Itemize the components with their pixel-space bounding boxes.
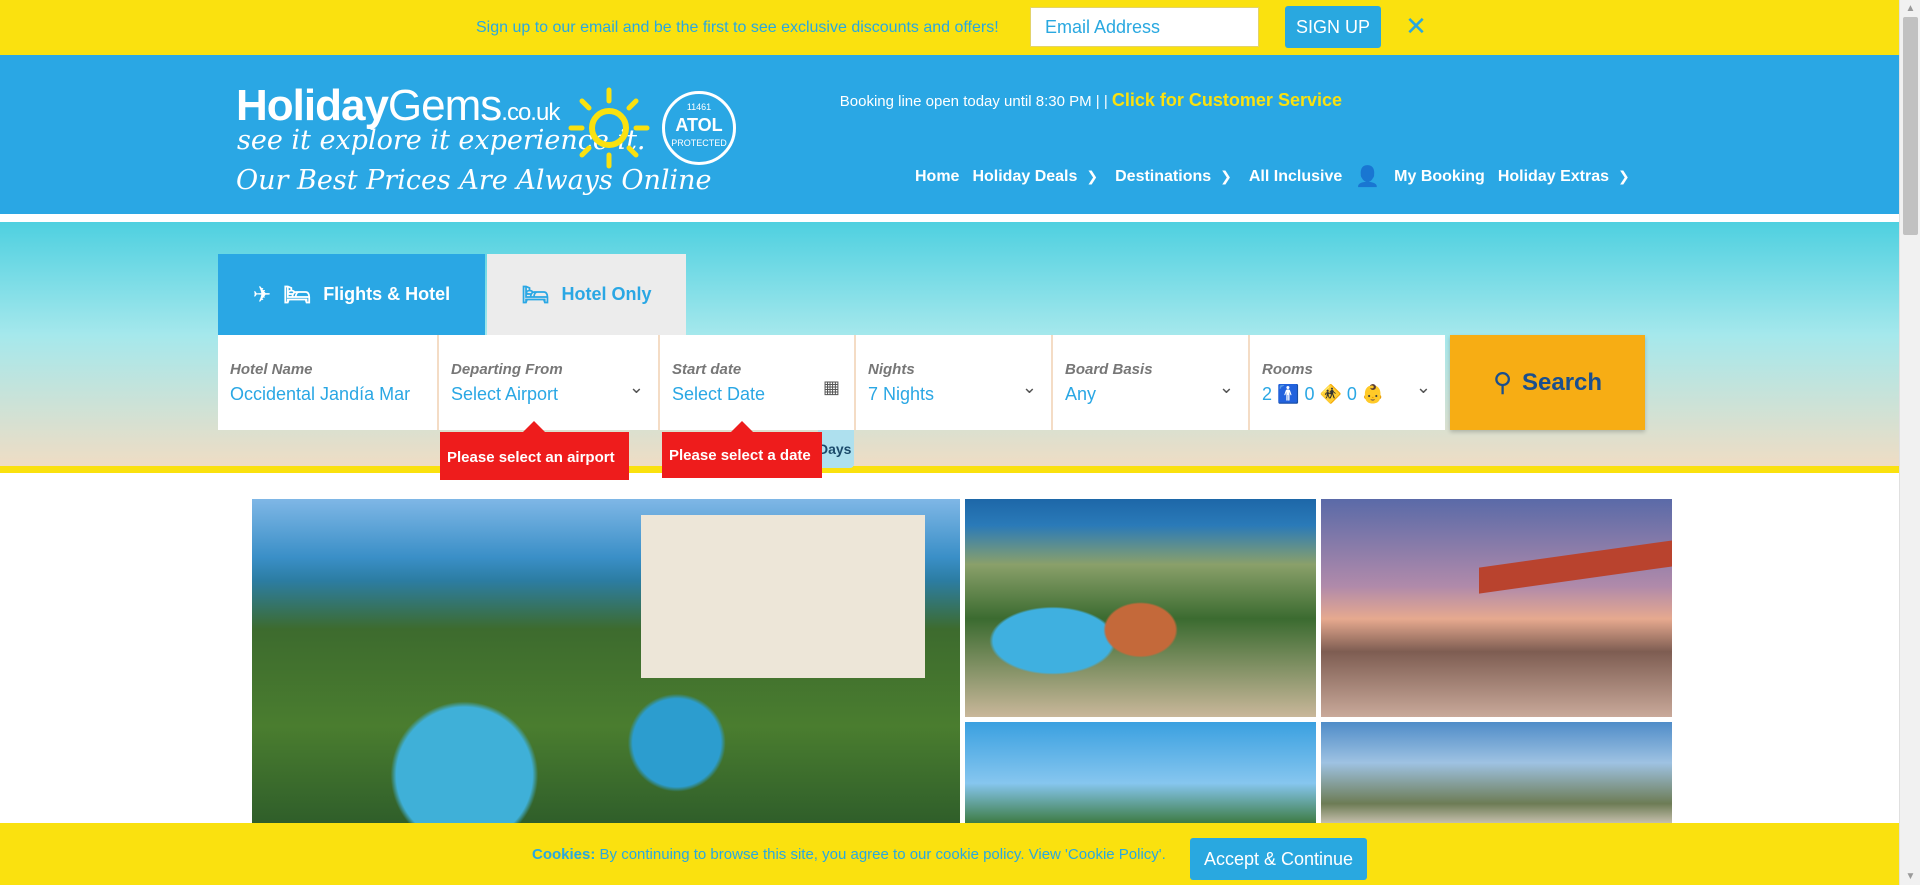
chevron-down-icon: ❯ xyxy=(1220,168,1232,184)
days-chip: Days xyxy=(818,430,854,468)
nav-holiday-deals-label: Holiday Deals xyxy=(972,167,1078,185)
cookie-text: By continuing to browse this site, you a… xyxy=(599,846,1166,863)
email-input[interactable]: Email Address xyxy=(1030,7,1259,47)
nav-holiday-deals[interactable]: Holiday Deals ❯ xyxy=(972,168,1102,186)
departing-from-select[interactable]: Departing From Select Airport ⌄ xyxy=(439,335,660,430)
hotel-building xyxy=(641,515,925,678)
atol-number: 11461 xyxy=(686,102,712,112)
tab-flights-hotel-label: Flights & Hotel xyxy=(323,284,451,304)
main-nav: Home Holiday Deals ❯ Destinations ❯ All In… xyxy=(915,164,1647,189)
booking-hours: Booking line open today until 8:30 PM | … xyxy=(839,93,1108,110)
board-basis-select[interactable]: Board Basis Any ⌄ xyxy=(1053,335,1250,430)
email-signup-bar: Sign up to our email and be the first to… xyxy=(0,0,1899,55)
hotel-photo-bar[interactable] xyxy=(1321,499,1672,717)
nav-my-booking-label: My Booking xyxy=(1394,167,1485,185)
children-count: 0 xyxy=(1304,384,1315,404)
scroll-up-icon[interactable]: ▲ xyxy=(1900,0,1920,17)
rooms-value: 2 🚹 0 🚸 0 👶 xyxy=(1262,384,1433,405)
nav-my-booking[interactable]: My Booking xyxy=(1394,168,1485,186)
hotel-photo-pool[interactable] xyxy=(965,499,1316,717)
search-form: Hotel Name Occidental Jandía Mar Departi… xyxy=(218,335,1445,430)
tab-hotel-only-label: Hotel Only xyxy=(561,284,652,304)
site-logo[interactable]: HolidayGems.co.uk xyxy=(236,81,560,131)
nav-holiday-extras[interactable]: Holiday Extras ❯ xyxy=(1498,168,1634,186)
nav-holiday-extras-label: Holiday Extras xyxy=(1497,167,1609,185)
start-date-value: Select Date xyxy=(672,384,766,404)
chevron-down-icon: ⌄ xyxy=(628,377,644,397)
sun-icon xyxy=(568,87,650,169)
board-basis-value: Any xyxy=(1065,384,1097,404)
atol-caption: PROTECTED xyxy=(671,138,727,148)
tab-hotel-only[interactable]: 🛏 Hotel Only xyxy=(487,254,686,335)
calendar-icon: ▦ xyxy=(822,377,840,397)
bed-icon: 🛏 xyxy=(283,281,312,307)
chevron-down-icon: ⌄ xyxy=(1415,377,1431,397)
promo-text: Sign up to our email and be the first to… xyxy=(476,19,999,36)
tab-flights-hotel[interactable]: ✈ 🛏 Flights & Hotel xyxy=(218,254,485,335)
nav-home[interactable]: Home xyxy=(915,168,959,186)
chevron-down-icon: ❯ xyxy=(1617,168,1630,184)
nav-all-inclusive[interactable]: All Inclusive xyxy=(1249,168,1342,186)
cookie-bar: Cookies: By continuing to browse this si… xyxy=(0,823,1899,885)
customer-service-link[interactable]: Click for Customer Service xyxy=(1112,90,1342,110)
nav-destinations-label: Destinations xyxy=(1115,167,1212,185)
cookie-notice: Cookies: By continuing to browse this si… xyxy=(532,846,1166,863)
child-icon: 🚸 xyxy=(1314,384,1347,404)
hero-divider xyxy=(0,466,1899,473)
nights-select[interactable]: Nights 7 Nights ⌄ xyxy=(856,335,1053,430)
logo-name-bold: Holiday xyxy=(236,81,389,130)
nav-destinations[interactable]: Destinations ❯ xyxy=(1115,168,1236,186)
logo-tld: .co.uk xyxy=(501,99,560,126)
airport-error-tooltip: Please select an airport xyxy=(440,432,629,480)
days-chip-label: Days xyxy=(818,441,852,457)
nights-label: Nights xyxy=(868,361,915,378)
infant-icon: 👶 xyxy=(1356,384,1385,404)
accept-continue-button[interactable]: Accept & Continue xyxy=(1190,838,1367,880)
atol-mark: ATOL xyxy=(675,115,723,135)
hotel-photo-grounds[interactable] xyxy=(1321,722,1672,824)
vertical-scrollbar[interactable]: ▲ ▼ xyxy=(1899,0,1920,885)
infants-count: 0 xyxy=(1346,384,1357,404)
nav-all-inclusive-label: All Inclusive xyxy=(1248,167,1343,185)
search-icon: ⚲ xyxy=(1492,367,1512,397)
chevron-down-icon: ⌄ xyxy=(1218,377,1234,397)
departing-value: Select Airport xyxy=(451,384,559,404)
rooms-label: Rooms xyxy=(1262,361,1313,378)
hotel-name-label: Hotel Name xyxy=(230,361,313,378)
adult-icon: 🚹 xyxy=(1272,384,1305,404)
signup-button[interactable]: SIGN UP xyxy=(1285,6,1381,48)
close-icon[interactable]: ✕ xyxy=(1404,11,1428,41)
hotel-name-field[interactable]: Hotel Name Occidental Jandía Mar xyxy=(218,335,439,430)
chevron-down-icon: ❯ xyxy=(1086,168,1099,184)
nav-home-label: Home xyxy=(915,167,960,185)
search-button[interactable]: ⚲ Search xyxy=(1450,335,1645,430)
start-date-field[interactable]: Start date Select Date ▦ xyxy=(660,335,856,430)
scroll-thumb[interactable] xyxy=(1903,17,1918,235)
bar-roof xyxy=(1478,539,1672,594)
bed-icon: 🛏 xyxy=(521,281,550,307)
adults-count: 2 xyxy=(1262,384,1273,404)
hotel-photo-terrace[interactable] xyxy=(965,722,1316,824)
cookie-title: Cookies: xyxy=(532,846,596,863)
chevron-down-icon: ⌄ xyxy=(1021,377,1037,397)
booking-line: Booking line open today until 8:30 PM | … xyxy=(840,90,1342,111)
hotel-name-value: Occidental Jandía Mar xyxy=(230,384,411,404)
board-basis-label: Board Basis xyxy=(1065,361,1153,378)
site-header: HolidayGems.co.uk see it explore it expe… xyxy=(0,55,1899,218)
search-button-label: Search xyxy=(1521,368,1603,396)
rooms-select[interactable]: Rooms 2 🚹 0 🚸 0 👶 ⌄ xyxy=(1250,335,1445,430)
logo-name-light: Gems xyxy=(387,81,502,130)
date-error-tooltip: Please select a date xyxy=(662,432,822,478)
plane-icon: ✈ xyxy=(252,281,272,307)
nights-value: 7 Nights xyxy=(868,384,935,404)
person-icon: 👤 xyxy=(1355,166,1381,188)
scroll-down-icon[interactable]: ▼ xyxy=(1900,868,1920,885)
departing-label: Departing From xyxy=(451,361,563,378)
start-date-label: Start date xyxy=(672,361,742,378)
hotel-photo-main[interactable] xyxy=(252,499,960,824)
atol-badge: 11461 ATOL PROTECTED xyxy=(662,91,736,165)
